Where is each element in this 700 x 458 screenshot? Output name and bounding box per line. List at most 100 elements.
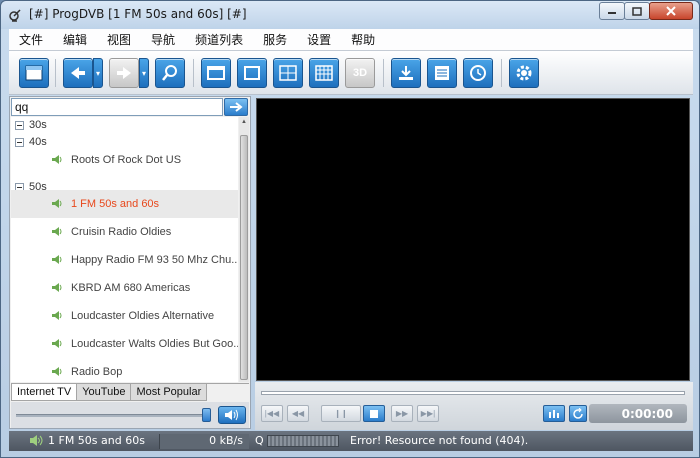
tab-most-popular[interactable]: Most Popular xyxy=(130,384,208,401)
menu-help[interactable]: 帮助 xyxy=(341,31,385,48)
video-display[interactable] xyxy=(256,98,690,381)
stop-button[interactable] xyxy=(363,405,385,422)
skip-forward-icon: ▶▶| xyxy=(420,409,436,418)
search-button[interactable] xyxy=(155,58,185,88)
volume-slider-track[interactable] xyxy=(16,414,211,417)
speaker-icon xyxy=(52,227,62,236)
channel-label: Loudcaster Oldies Alternative xyxy=(71,310,215,322)
rewind-icon: ◀◀ xyxy=(291,409,305,418)
back-icon xyxy=(71,67,85,79)
channel-list-icon xyxy=(25,65,43,81)
speaker-icon xyxy=(52,367,62,376)
maximize-button[interactable] xyxy=(624,2,650,20)
status-quality-label: Q xyxy=(255,434,264,447)
seek-bar[interactable] xyxy=(261,391,685,395)
forward-button[interactable] xyxy=(109,58,139,88)
speaker-icon xyxy=(52,255,62,264)
record-button[interactable] xyxy=(391,58,421,88)
rewind-button[interactable]: ◀◀ xyxy=(287,405,309,422)
volume-slider-thumb[interactable] xyxy=(202,408,211,422)
group-label: 30s xyxy=(29,119,47,131)
scrollbar-thumb[interactable] xyxy=(240,135,248,380)
time-display: 0:00:00 xyxy=(589,404,687,423)
fast-forward-button[interactable]: ▶▶ xyxy=(391,405,413,422)
tab-internet-tv[interactable]: Internet TV xyxy=(11,384,78,401)
fullscreen-icon xyxy=(244,66,260,80)
3d-mode-button[interactable]: 3D xyxy=(345,58,375,88)
volume-icon xyxy=(225,409,238,421)
title-bar[interactable]: [#] ProgDVB [1 FM 50s and 60s] [#] xyxy=(1,1,699,29)
scroll-up-icon[interactable]: ▲ xyxy=(240,119,248,129)
menu-channel-list[interactable]: 频道列表 xyxy=(185,31,253,48)
speaker-icon xyxy=(52,155,62,164)
channel-item[interactable]: Loudcaster Oldies Alternative xyxy=(11,302,238,330)
forward-icon xyxy=(117,67,131,79)
minimize-button[interactable] xyxy=(599,2,625,20)
speaker-icon xyxy=(52,199,62,208)
channel-item[interactable]: Happy Radio FM 93 50 Mhz Chu... xyxy=(11,246,238,274)
close-button[interactable] xyxy=(649,2,693,20)
app-window: [#] ProgDVB [1 FM 50s and 60s] [#] 文件 编辑… xyxy=(0,0,700,458)
menu-services[interactable]: 服务 xyxy=(253,31,297,48)
menu-edit[interactable]: 编辑 xyxy=(53,31,97,48)
channel-label: Roots Of Rock Dot US xyxy=(71,154,182,166)
group-30s[interactable]: 30s xyxy=(15,119,47,131)
back-dropdown-button[interactable]: ▾ xyxy=(93,58,103,88)
source-tabs: Internet TV YouTube Most Popular xyxy=(11,383,249,401)
channel-label: KBRD AM 680 Americas xyxy=(71,282,191,294)
menu-navigate[interactable]: 导航 xyxy=(141,31,185,48)
channel-label: Cruisin Radio Oldies xyxy=(71,226,172,238)
tree-scrollbar[interactable]: ▲ xyxy=(239,117,249,382)
record-icon xyxy=(399,66,413,80)
fullscreen-button[interactable] xyxy=(237,58,267,88)
menu-view[interactable]: 视图 xyxy=(97,31,141,48)
window-controls xyxy=(599,2,693,20)
menu-bar: 文件 编辑 视图 导航 频道列表 服务 设置 帮助 xyxy=(9,29,693,51)
menu-file[interactable]: 文件 xyxy=(9,31,53,48)
channel-item[interactable]: Cruisin Radio Oldies xyxy=(11,218,238,246)
grid-view-button[interactable] xyxy=(273,58,303,88)
epg-list-button[interactable] xyxy=(427,58,457,88)
channel-item[interactable]: Loudcaster Walts Oldies But Goo... xyxy=(11,330,238,358)
mosaic-view-button[interactable] xyxy=(309,58,339,88)
search-icon xyxy=(162,65,177,81)
next-channel-button[interactable]: ▶▶| xyxy=(417,405,439,422)
pause-icon: ❙❙ xyxy=(334,409,348,418)
channel-item-selected[interactable]: 1 FM 50s and 60s xyxy=(11,190,238,218)
fast-forward-icon: ▶▶ xyxy=(395,409,409,418)
channel-item[interactable]: Roots Of Rock Dot US xyxy=(11,146,238,174)
prev-channel-button[interactable]: |◀◀ xyxy=(261,405,283,422)
refresh-icon xyxy=(573,407,583,419)
speaker-icon xyxy=(52,311,62,320)
pause-button[interactable]: ❙❙ xyxy=(321,405,361,422)
speaker-icon xyxy=(52,283,62,292)
status-bar: 1 FM 50s and 60s 0 kB/s Q Error! Resourc… xyxy=(9,431,693,451)
menu-settings[interactable]: 设置 xyxy=(297,31,341,48)
search-go-button[interactable] xyxy=(224,98,248,116)
window-mode-icon xyxy=(207,66,225,80)
window-mode-button[interactable] xyxy=(201,58,231,88)
search-input[interactable] xyxy=(11,98,223,116)
tab-youtube[interactable]: YouTube xyxy=(76,384,132,401)
channel-item[interactable]: Radio Bop xyxy=(11,358,238,382)
scheduler-icon xyxy=(470,65,486,81)
scheduler-button[interactable] xyxy=(463,58,493,88)
status-message: Error! Resource not found (404). xyxy=(350,434,529,447)
equalizer-button[interactable] xyxy=(543,405,565,422)
settings-button[interactable] xyxy=(509,58,539,88)
mute-button[interactable] xyxy=(218,406,246,424)
loop-button[interactable] xyxy=(569,405,587,422)
channel-list-button[interactable] xyxy=(19,58,49,88)
volume-panel xyxy=(11,402,249,428)
status-channel: 1 FM 50s and 60s xyxy=(48,434,145,447)
skip-back-icon: |◀◀ xyxy=(264,409,280,418)
back-button[interactable] xyxy=(63,58,93,88)
channel-item[interactable]: KBRD AM 680 Americas xyxy=(11,274,238,302)
speaker-icon xyxy=(30,435,43,446)
close-icon xyxy=(666,6,676,16)
equalizer-icon xyxy=(549,409,559,418)
forward-dropdown-button[interactable]: ▾ xyxy=(139,58,149,88)
status-bitrate: 0 kB/s xyxy=(159,434,249,449)
collapse-icon[interactable] xyxy=(15,120,24,130)
channel-panel: 30s 40s Roots Of Rock Dot US 50s 1 FM 50… xyxy=(9,96,251,429)
